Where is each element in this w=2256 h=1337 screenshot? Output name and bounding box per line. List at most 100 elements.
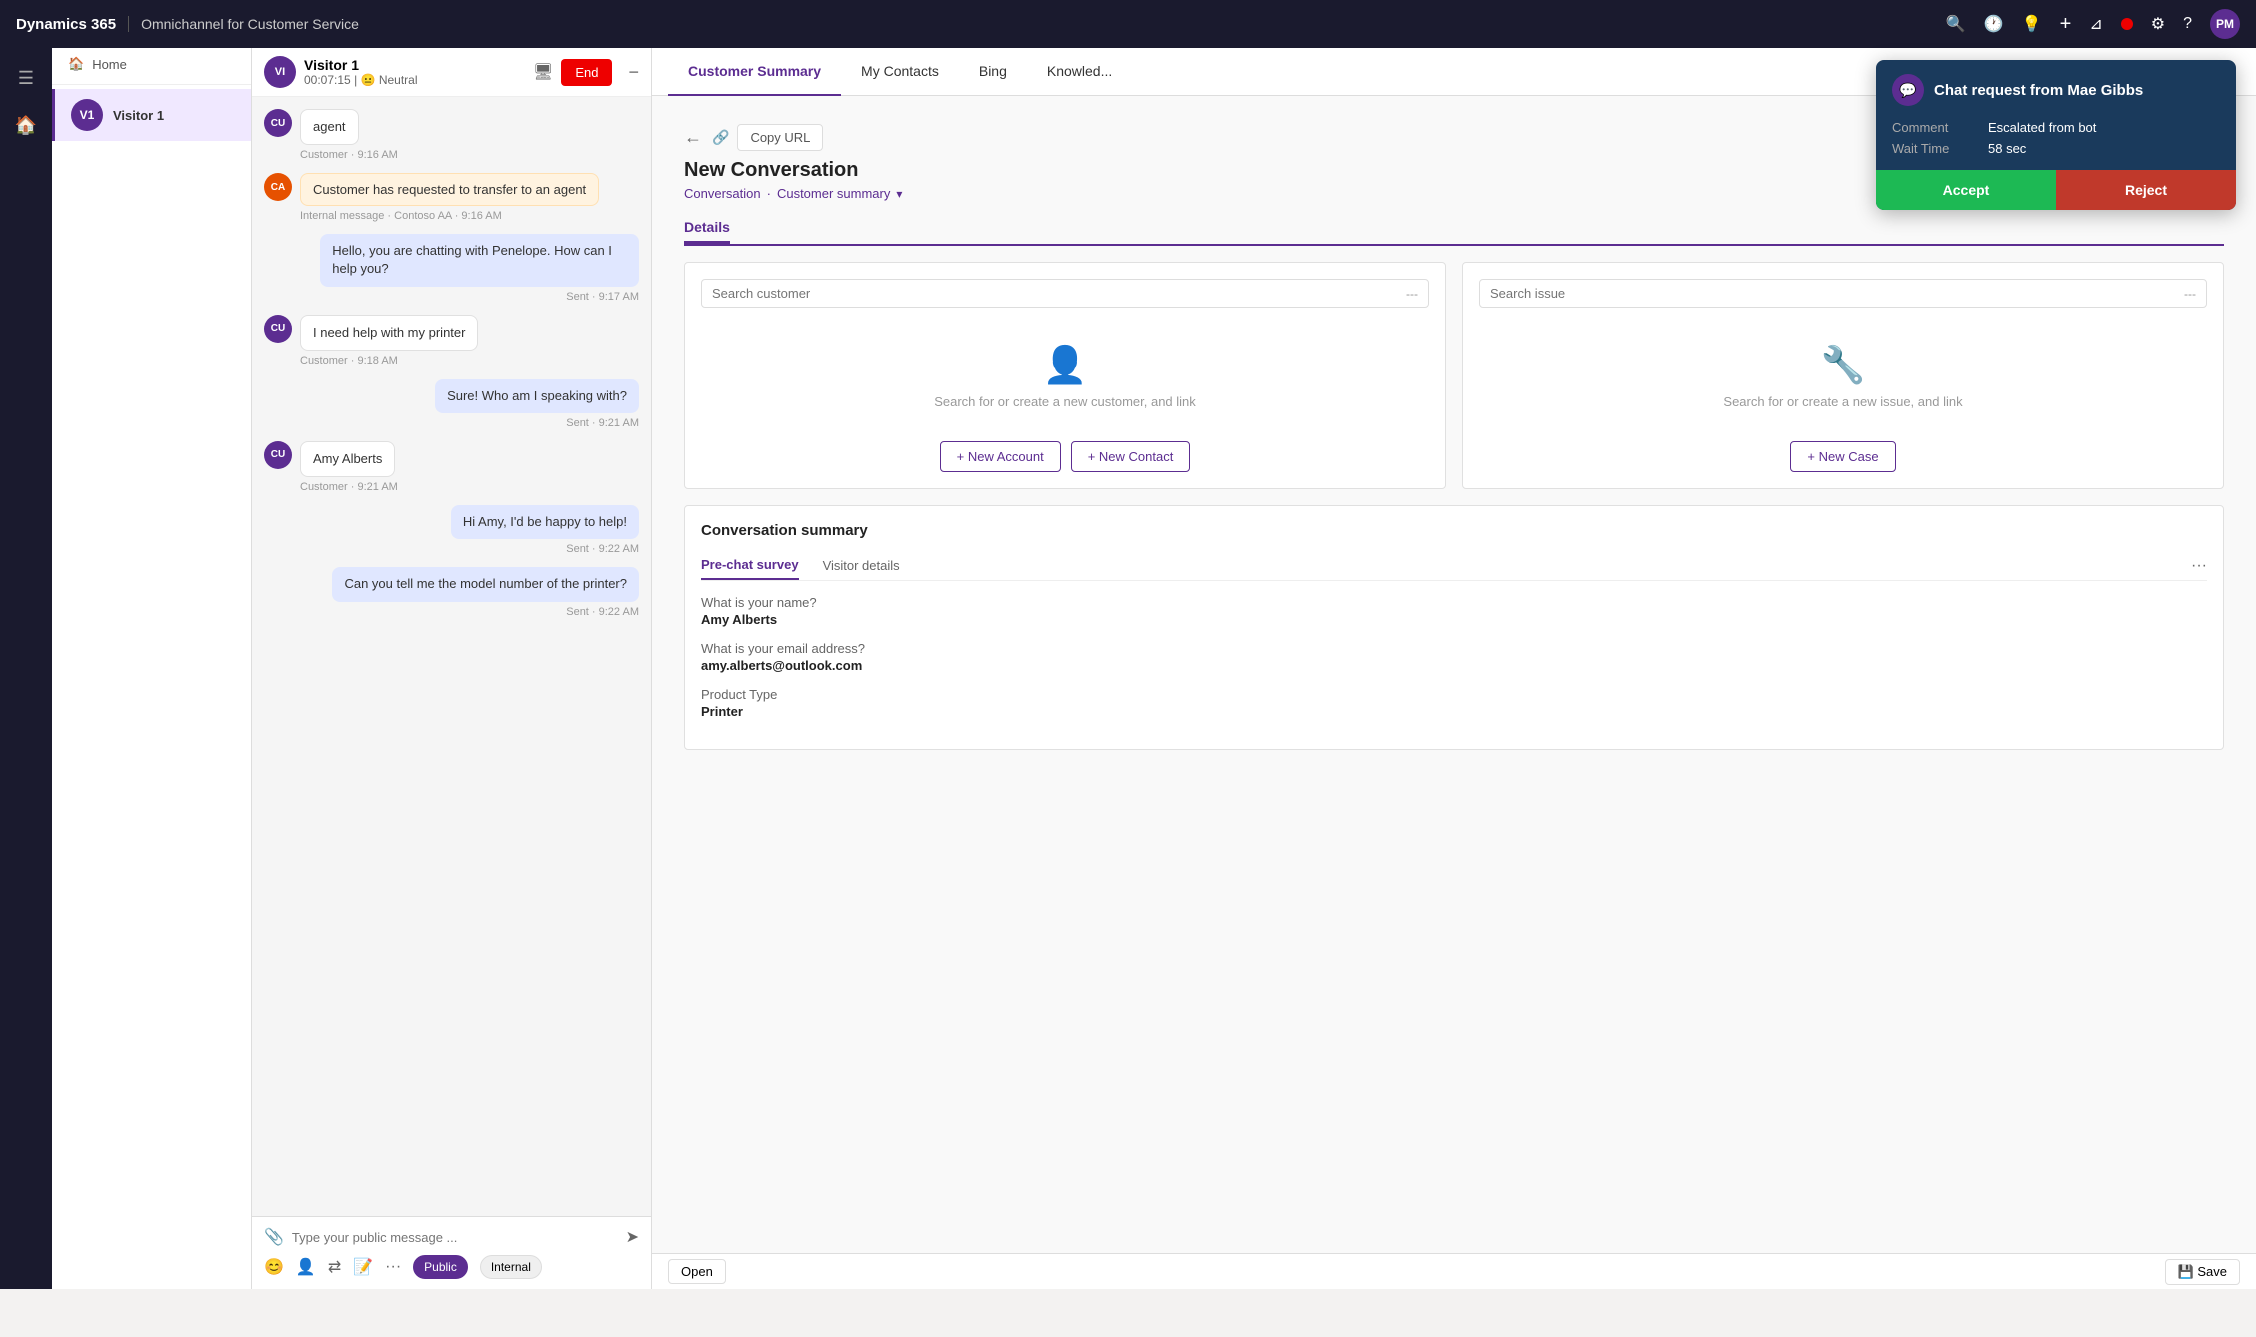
timer-value: 00:07:15 (304, 73, 351, 87)
tab-visitor-details[interactable]: Visitor details (823, 552, 900, 579)
survey-q3: Product Type (701, 687, 2207, 702)
summary-tabs: Pre-chat survey Visitor details ··· (701, 551, 2207, 581)
summary-more-icon[interactable]: ··· (2191, 557, 2207, 575)
attach-icon[interactable]: 📎 (264, 1227, 284, 1247)
transfer-icon[interactable]: ⇄ (328, 1257, 341, 1277)
separator (52, 84, 251, 85)
hamburger-icon[interactable]: ☰ (8, 58, 44, 99)
details-tab-bar: Details (684, 213, 2224, 246)
end-chat-button[interactable]: End (561, 59, 612, 86)
new-case-button[interactable]: + New Case (1790, 441, 1895, 472)
chat-input-field[interactable] (292, 1230, 618, 1245)
copy-url-button[interactable]: Copy URL (737, 124, 823, 151)
notif-waittime-value: 58 sec (1988, 141, 2026, 156)
details-tab[interactable]: Details (684, 213, 730, 244)
message-4: CU I need help with my printer Customer … (264, 315, 639, 367)
customer-search-card: --- 👤 Search for or create a new custome… (684, 262, 1446, 489)
lightbulb-icon[interactable]: 💡 (2022, 14, 2042, 34)
minimize-icon[interactable]: − (628, 62, 639, 83)
survey-row-3: Product Type Printer (701, 687, 2207, 719)
breadcrumb-conversation[interactable]: Conversation (684, 186, 761, 201)
two-col-layout: --- 👤 Search for or create a new custome… (668, 262, 2240, 489)
home-icon-sm: 🏠 (68, 56, 84, 72)
copy-url-container: 🔗 Copy URL (712, 124, 823, 151)
more-icon[interactable]: ··· (385, 1258, 401, 1276)
conv-summary-section: Conversation summary Pre-chat survey Vis… (668, 505, 2240, 750)
tab-knowledge[interactable]: Knowled... (1027, 48, 1132, 96)
message-bubble-4: I need help with my printer (300, 315, 478, 351)
link-icon: 🔗 (712, 129, 729, 146)
issue-action-buttons: + New Case (1479, 441, 2207, 472)
chat-area: VI Visitor 1 00:07:15 | 😐 Neutral 🖥 End … (252, 48, 652, 1289)
issue-search-input[interactable] (1490, 286, 2184, 301)
msg-timestamp-6: Customer · 9:21 AM (300, 481, 398, 493)
accept-button[interactable]: Accept (1876, 170, 2056, 210)
message-2: CA Customer has requested to transfer to… (264, 173, 639, 222)
plus-icon[interactable]: + (2060, 13, 2072, 36)
customer-empty-state: 👤 Search for or create a new customer, a… (701, 324, 1429, 429)
message-bubble-2: Customer has requested to transfer to an… (300, 173, 599, 206)
notif-avatar-icon: 💬 (1899, 82, 1916, 99)
new-contact-button[interactable]: + New Contact (1071, 441, 1191, 472)
main-layout: ☰ 🏠 🏠 Home V1 Visitor 1 VI Visitor 1 00:… (0, 48, 2256, 1289)
tab-customer-summary[interactable]: Customer Summary (668, 48, 841, 96)
message-3: Hello, you are chatting with Penelope. H… (264, 234, 639, 302)
clock-icon[interactable]: 🕐 (1984, 14, 2004, 34)
tab-pre-chat[interactable]: Pre-chat survey (701, 551, 799, 580)
survey-row-1: What is your name? Amy Alberts (701, 595, 2207, 627)
chat-header: VI Visitor 1 00:07:15 | 😐 Neutral 🖥 End … (252, 48, 651, 97)
notif-details: Comment Escalated from bot Wait Time 58 … (1876, 120, 2236, 170)
chat-header-info: Visitor 1 00:07:15 | 😐 Neutral (304, 57, 525, 87)
msg-timestamp-4: Customer · 9:18 AM (300, 355, 398, 367)
send-icon[interactable]: ➤ (626, 1227, 639, 1247)
new-account-button[interactable]: + New Account (940, 441, 1061, 472)
emoji-icon[interactable]: 😊 (264, 1257, 284, 1277)
open-button[interactable]: Open (668, 1259, 726, 1284)
home-icon[interactable]: 🏠 (5, 105, 47, 146)
notes-icon[interactable]: 📝 (353, 1257, 373, 1277)
message-bubble-6: Amy Alberts (300, 441, 395, 477)
message-7: Hi Amy, I'd be happy to help! Sent · 9:2… (264, 505, 639, 555)
notif-header: 💬 Chat request from Mae Gibbs (1876, 60, 2236, 120)
notif-comment-row: Comment Escalated from bot (1892, 120, 2220, 135)
message-5: Sure! Who am I speaking with? Sent · 9:2… (264, 379, 639, 429)
search-icon[interactable]: 🔍 (1946, 14, 1966, 34)
public-mode-button[interactable]: Public (413, 1255, 468, 1279)
msg-timestamp-3: Sent · 9:17 AM (566, 291, 639, 303)
help-icon[interactable]: ? (2183, 15, 2192, 33)
breadcrumb-chevron-icon: ▾ (896, 187, 902, 201)
conv-summary-card: Conversation summary Pre-chat survey Vis… (684, 505, 2224, 750)
settings-icon[interactable]: ⚙ (2151, 14, 2165, 34)
msg-timestamp-7: Sent · 9:22 AM (566, 543, 639, 555)
notification-popup: 💬 Chat request from Mae Gibbs Comment Es… (1876, 60, 2236, 210)
brand-name: Dynamics 365 (16, 16, 116, 33)
msg-with-avatar-1: CU agent (264, 109, 359, 145)
messages-container: CU agent Customer · 9:16 AM CA Customer … (252, 97, 651, 1216)
customer-empty-icon: 👤 (1043, 344, 1088, 386)
chat-header-avatar: VI (264, 56, 296, 88)
save-button[interactable]: 💾 Save (2165, 1259, 2240, 1285)
issue-empty-state: 🔧 Search for or create a new issue, and … (1479, 324, 2207, 429)
customer-empty-text: Search for or create a new customer, and… (934, 394, 1196, 409)
internal-mode-button[interactable]: Internal (480, 1255, 542, 1279)
screen-share-icon[interactable]: 🖥 (533, 62, 553, 82)
people-icon[interactable]: 👤 (296, 1257, 316, 1277)
customer-avatar-4: CU (264, 315, 292, 343)
notif-comment-label: Comment (1892, 120, 1972, 135)
conv-summary-title: Conversation summary (701, 522, 2207, 539)
user-avatar[interactable]: PM (2210, 9, 2240, 39)
nav-icons: 🔍 🕐 💡 + ⊿ ⚙ ? PM (1946, 9, 2240, 39)
home-nav-item[interactable]: 🏠 Home (52, 48, 251, 80)
filter-icon[interactable]: ⊿ (2089, 14, 2102, 34)
customer-search-input[interactable] (712, 286, 1406, 301)
bottom-bar: Open 💾 Save (652, 1253, 2256, 1289)
back-button[interactable]: ← (684, 127, 702, 148)
msg-timestamp-5: Sent · 9:21 AM (566, 417, 639, 429)
message-bubble-1: agent (300, 109, 359, 145)
visitor-contact-item[interactable]: V1 Visitor 1 (52, 89, 251, 141)
breadcrumb-customer-summary[interactable]: Customer summary (777, 186, 890, 201)
reject-button[interactable]: Reject (2056, 170, 2236, 210)
tab-my-contacts[interactable]: My Contacts (841, 48, 959, 96)
tab-bing[interactable]: Bing (959, 48, 1027, 96)
notif-waittime-row: Wait Time 58 sec (1892, 141, 2220, 156)
